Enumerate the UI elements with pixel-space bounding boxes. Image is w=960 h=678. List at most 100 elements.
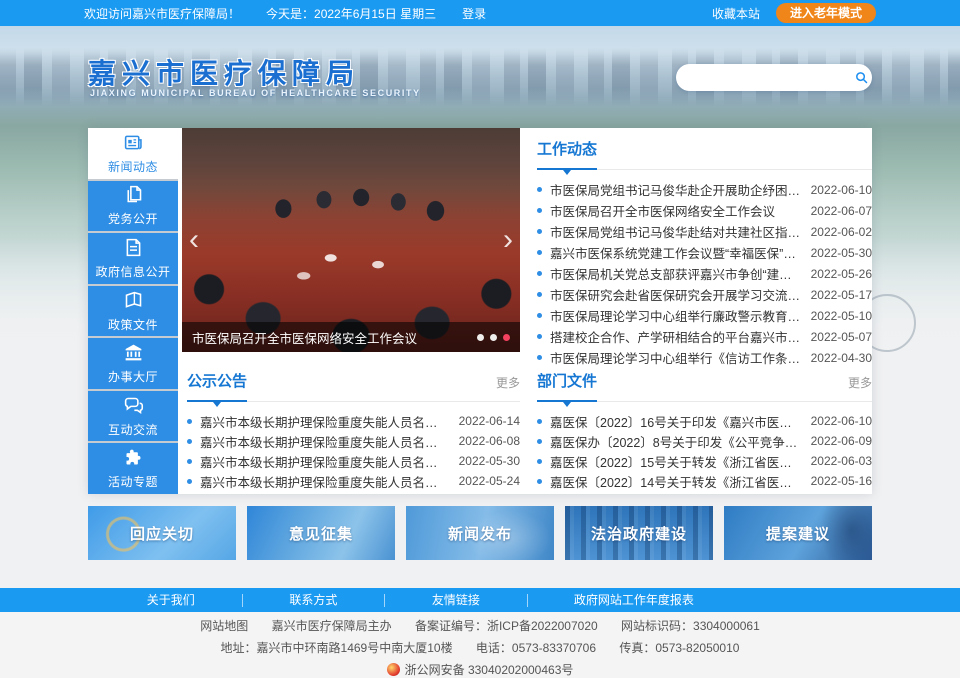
copy-document-icon bbox=[123, 184, 144, 205]
current-date-text: 今天是：2022年6月15日 星期三 bbox=[266, 5, 436, 22]
banner-opinion-collection[interactable]: 意见征集 bbox=[247, 506, 395, 560]
banner-label: 法治政府建设 bbox=[591, 523, 687, 544]
bullet-icon bbox=[187, 439, 192, 444]
sidebar-item-label: 互动交流 bbox=[108, 421, 158, 438]
sidebar-item-news[interactable]: 新闻动态 bbox=[88, 128, 178, 179]
bullet-icon bbox=[537, 479, 542, 484]
panel-title-work-news[interactable]: 工作动态 bbox=[537, 138, 597, 170]
dept-file-list-item[interactable]: 嘉医保〔2022〕16号关于印发《嘉兴市医疗保...2022-06-10 bbox=[537, 411, 872, 431]
sitemap-link[interactable]: 网站地图 bbox=[200, 619, 248, 633]
footer-nav-bar: 关于我们 联系方式 友情链接 政府网站工作年度报表 bbox=[0, 588, 960, 612]
chat-icon bbox=[123, 395, 144, 416]
news-list-item[interactable]: 市医保局党组书记马俊华赴结对共建社区指导全国文...2022-06-02 bbox=[537, 221, 872, 242]
page-footer: 网站地图 嘉兴市医疗保障局主办 备案证编号：浙ICP备2022007020 网站… bbox=[0, 612, 960, 678]
footer-line-1: 网站地图 嘉兴市医疗保障局主办 备案证编号：浙ICP备2022007020 网站… bbox=[0, 619, 960, 634]
bullet-icon bbox=[537, 459, 542, 464]
page: 欢迎访问嘉兴市医疗保障局！ 今天是：2022年6月15日 星期三 登录 收藏本站… bbox=[0, 0, 960, 678]
sidebar-item-policy-files[interactable]: 政策文件 bbox=[88, 286, 178, 337]
sidebar-item-party-affairs[interactable]: 党务公开 bbox=[88, 181, 178, 232]
sidebar-item-label: 新闻动态 bbox=[108, 158, 158, 175]
sidebar-nav: 新闻动态 党务公开 政府信息公开 政策文件 bbox=[88, 128, 178, 494]
dept-file-list-item[interactable]: 嘉医保〔2022〕14号关于转发《浙江省医疗保...2022-05-16 bbox=[537, 471, 872, 491]
panel-header: 公示公告 更多 bbox=[187, 370, 520, 402]
topbar: 欢迎访问嘉兴市医疗保障局！ 今天是：2022年6月15日 星期三 登录 收藏本站… bbox=[0, 0, 960, 26]
more-link-announcements[interactable]: 更多 bbox=[496, 374, 520, 391]
security-record-link[interactable]: 浙公网安备 33040202000463号 bbox=[405, 663, 574, 677]
bullet-icon bbox=[187, 459, 192, 464]
news-list-item[interactable]: 市医保局理论学习中心组举行《信访工作条例》专题...2022-04-30 bbox=[537, 347, 872, 368]
announcement-list-item[interactable]: 嘉兴市本级长期护理保险重度失能人员名单公示（2...2022-06-14 bbox=[187, 411, 520, 431]
puzzle-icon bbox=[123, 447, 144, 468]
announcement-list-item[interactable]: 嘉兴市本级长期护理保险重度失能人员名单公示（2...2022-06-08 bbox=[187, 431, 520, 451]
bullet-icon bbox=[537, 419, 542, 424]
elder-mode-button[interactable]: 进入老年模式 bbox=[776, 3, 876, 23]
banner-label: 意见征集 bbox=[289, 523, 353, 544]
carousel-dot-active[interactable] bbox=[503, 334, 510, 341]
announcements-list: 嘉兴市本级长期护理保险重度失能人员名单公示（2...2022-06-14 嘉兴市… bbox=[187, 411, 520, 491]
carousel-dot[interactable] bbox=[477, 334, 484, 341]
banner-label: 回应关切 bbox=[130, 523, 194, 544]
panel-announcements: 公示公告 更多 嘉兴市本级长期护理保险重度失能人员名单公示（2...2022-0… bbox=[187, 370, 520, 491]
announcement-list-item[interactable]: 嘉兴市本级长期护理保险重度失能人员名单公示（2...2022-05-30 bbox=[187, 451, 520, 471]
footer-nav-contact[interactable]: 联系方式 bbox=[289, 593, 337, 607]
announcement-list-item[interactable]: 嘉兴市本级长期护理保险重度失能人员名单公示（2...2022-05-24 bbox=[187, 471, 520, 491]
sidebar-item-interaction[interactable]: 互动交流 bbox=[88, 391, 178, 442]
dept-file-list-item[interactable]: 嘉医保〔2022〕15号关于转发《浙江省医疗保...2022-06-03 bbox=[537, 451, 872, 471]
news-list-item[interactable]: 市医保局理论学习中心组举行廉政警示教育专题学习...2022-05-10 bbox=[537, 305, 872, 326]
sidebar-item-service-hall[interactable]: 办事大厅 bbox=[88, 338, 178, 389]
favorite-site-link[interactable]: 收藏本站 bbox=[712, 5, 760, 22]
main-content: 新闻动态 党务公开 政府信息公开 政策文件 bbox=[88, 128, 872, 494]
work-news-list: 市医保局党组书记马俊华赴企开展助企纾困活动2022-06-10 市医保局召开全市… bbox=[537, 179, 872, 368]
bullet-icon bbox=[537, 313, 542, 318]
footer-host: 嘉兴市医疗保障局主办 bbox=[272, 619, 392, 633]
news-list-item[interactable]: 市医保局机关党总支部获评嘉兴市争创“建设清廉机...2022-05-26 bbox=[537, 263, 872, 284]
bullet-icon bbox=[537, 439, 542, 444]
login-link[interactable]: 登录 bbox=[462, 5, 486, 22]
carousel-caption[interactable]: 市医保局召开全市医保网络安全工作会议 bbox=[192, 328, 469, 347]
site-title: 嘉兴市医疗保障局 bbox=[88, 52, 360, 92]
welcome-text: 欢迎访问嘉兴市医疗保障局！ bbox=[84, 5, 240, 22]
panel-header: 部门文件 更多 bbox=[537, 370, 872, 402]
bullet-icon bbox=[537, 229, 542, 234]
dept-file-list-item[interactable]: 嘉医保办〔2022〕8号关于印发《公平竞争审查...2022-06-09 bbox=[537, 431, 872, 451]
document-icon bbox=[123, 237, 144, 258]
sidebar-item-label: 党务公开 bbox=[108, 210, 158, 227]
news-list-item[interactable]: 市医保研究会赴省医保研究会开展学习交流活动2022-05-17 bbox=[537, 284, 872, 305]
footer-nav-friendly-links[interactable]: 友情链接 bbox=[432, 593, 480, 607]
footer-line-2: 地址：嘉兴市中环南路1469号中南大厦10楼 电话：0573-83370706 … bbox=[0, 641, 960, 656]
footer-phone: 电话：0573-83370706 bbox=[476, 641, 596, 655]
news-list-item[interactable]: 市医保局召开全市医保网络安全工作会议2022-06-07 bbox=[537, 200, 872, 221]
book-icon bbox=[123, 290, 144, 311]
news-list-item[interactable]: 市医保局党组书记马俊华赴企开展助企纾困活动2022-06-10 bbox=[537, 179, 872, 200]
bullet-icon bbox=[537, 292, 542, 297]
sidebar-item-gov-info[interactable]: 政府信息公开 bbox=[88, 233, 178, 284]
banner-label: 提案建议 bbox=[766, 523, 830, 544]
bullet-icon bbox=[537, 208, 542, 213]
banner-proposal-suggestions[interactable]: 提案建议 bbox=[724, 506, 872, 560]
news-list-item[interactable]: 嘉兴市医保系统党建工作会议暨“幸福医保”党建联...2022-05-30 bbox=[537, 242, 872, 263]
banner-news-release[interactable]: 新闻发布 bbox=[406, 506, 554, 560]
news-list-item[interactable]: 搭建校企合作、产学研相结合的平台嘉兴市长期护理...2022-05-07 bbox=[537, 326, 872, 347]
carousel-next-button[interactable]: › bbox=[503, 225, 513, 255]
bullet-icon bbox=[537, 271, 542, 276]
search-input[interactable] bbox=[676, 64, 851, 91]
sidebar-item-label: 政策文件 bbox=[108, 316, 158, 333]
carousel-caption-bar: 市医保局召开全市医保网络安全工作会议 bbox=[182, 322, 520, 352]
carousel-dot[interactable] bbox=[490, 334, 497, 341]
panel-title-dept-files[interactable]: 部门文件 bbox=[537, 370, 597, 402]
banner-respond-concerns[interactable]: 回应关切 bbox=[88, 506, 236, 560]
more-link-dept-files[interactable]: 更多 bbox=[848, 374, 872, 391]
sidebar-item-special-topics[interactable]: 活动专题 bbox=[88, 443, 178, 494]
footer-address: 地址：嘉兴市中环南路1469号中南大厦10楼 bbox=[221, 641, 453, 655]
banner-label: 新闻发布 bbox=[448, 523, 512, 544]
banner-rule-of-law-government[interactable]: 法治政府建设 bbox=[565, 506, 713, 560]
footer-nav-about-us[interactable]: 关于我们 bbox=[147, 593, 195, 607]
bullet-icon bbox=[537, 334, 542, 339]
carousel-slide-image[interactable] bbox=[182, 128, 520, 352]
search-icon[interactable] bbox=[851, 64, 872, 91]
panel-title-announcements[interactable]: 公示公告 bbox=[187, 370, 247, 402]
bank-icon bbox=[123, 342, 144, 363]
carousel-prev-button[interactable]: ‹ bbox=[189, 225, 199, 255]
search-box bbox=[676, 64, 872, 91]
footer-nav-annual-report[interactable]: 政府网站工作年度报表 bbox=[574, 593, 694, 607]
